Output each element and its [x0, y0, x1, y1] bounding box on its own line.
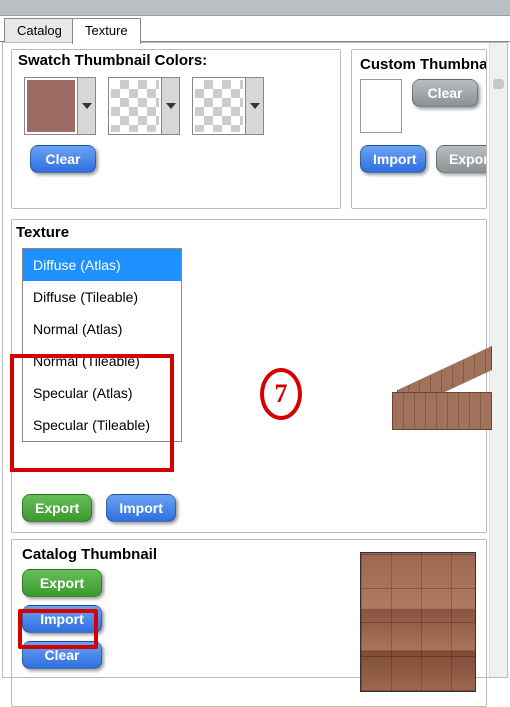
swatch-row	[12, 73, 340, 145]
texture-item-specular-atlas[interactable]: Specular (Atlas)	[23, 377, 181, 409]
swatch-2[interactable]	[108, 77, 180, 135]
swatch-3-color	[193, 78, 245, 134]
texture-preview	[392, 310, 492, 430]
custom-export-button[interactable]: Export	[436, 145, 487, 173]
custom-thumbnail-slot[interactable]	[360, 79, 402, 133]
swatch-1-color	[25, 78, 77, 134]
tab-page: Swatch Thumbnail Colors: Clear	[2, 42, 508, 678]
texture-list[interactable]: Diffuse (Atlas) Diffuse (Tileable) Norma…	[22, 248, 182, 442]
tab-texture[interactable]: Texture	[72, 18, 141, 44]
swatch-2-color	[109, 78, 161, 134]
custom-thumbnail-group: Custom Thumbnail Clear Import Export	[351, 49, 487, 209]
texture-export-button[interactable]: Export	[22, 494, 92, 522]
content-area: Swatch Thumbnail Colors: Clear	[11, 49, 487, 671]
texture-item-specular-tileable[interactable]: Specular (Tileable)	[23, 409, 181, 441]
texture-title: Texture	[16, 224, 69, 241]
chevron-down-icon	[250, 103, 260, 109]
texture-import-button[interactable]: Import	[106, 494, 176, 522]
texture-group: Texture Diffuse (Atlas) Diffuse (Tileabl…	[11, 219, 487, 533]
window-titlebar-fragment	[0, 0, 510, 16]
swatch-clear-button[interactable]: Clear	[30, 145, 96, 173]
catalog-thumbnail-image	[360, 552, 476, 692]
catalog-import-button[interactable]: Import	[22, 605, 102, 633]
texture-item-normal-tileable[interactable]: Normal (Tileable)	[23, 345, 181, 377]
tab-strip: Catalog Texture	[0, 16, 510, 42]
scrollbar-thumb[interactable]	[493, 79, 504, 89]
swatch-colors-group: Swatch Thumbnail Colors: Clear	[11, 49, 341, 209]
texture-item-diffuse-atlas[interactable]: Diffuse (Atlas)	[23, 249, 181, 281]
chevron-down-icon	[166, 103, 176, 109]
texture-item-diffuse-tileable[interactable]: Diffuse (Tileable)	[23, 281, 181, 313]
swatch-1[interactable]	[24, 77, 96, 135]
swatch-3[interactable]	[192, 77, 264, 135]
texture-item-normal-atlas[interactable]: Normal (Atlas)	[23, 313, 181, 345]
swatch-3-dropdown[interactable]	[245, 78, 263, 134]
swatch-colors-title: Swatch Thumbnail Colors:	[18, 52, 340, 69]
chevron-down-icon	[82, 103, 92, 109]
tab-catalog[interactable]: Catalog	[4, 18, 75, 43]
custom-clear-button[interactable]: Clear	[412, 79, 478, 107]
catalog-export-button[interactable]: Export	[22, 569, 102, 597]
roof-flat-icon	[392, 392, 492, 430]
custom-import-button[interactable]: Import	[360, 145, 426, 173]
catalog-thumbnail-group: Catalog Thumbnail Export Import Clear	[11, 539, 487, 707]
swatch-2-dropdown[interactable]	[161, 78, 179, 134]
custom-thumbnail-title: Custom Thumbnail	[360, 56, 478, 73]
swatch-1-dropdown[interactable]	[77, 78, 95, 134]
catalog-clear-button[interactable]: Clear	[22, 641, 102, 669]
